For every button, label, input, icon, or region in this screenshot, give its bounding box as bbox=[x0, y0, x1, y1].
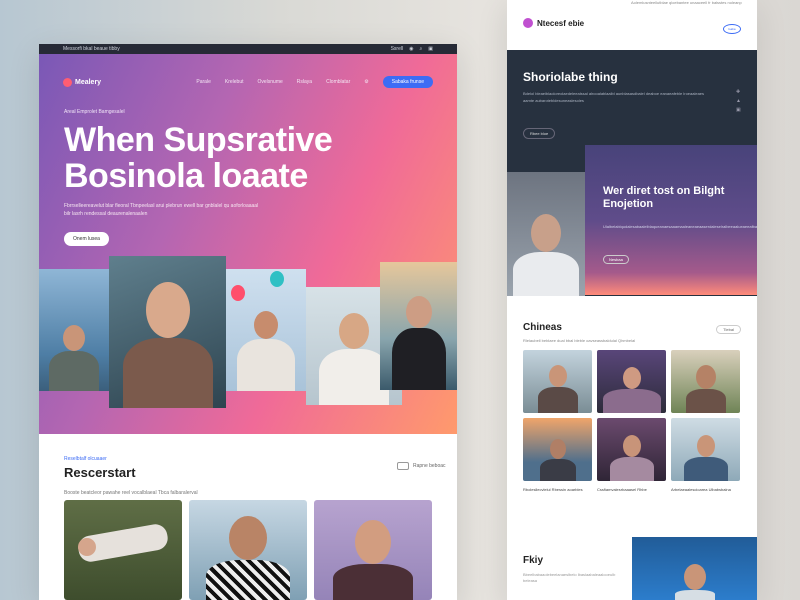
card-text: Ulalbelablqudalesabaalelblaqueanaesaaama… bbox=[603, 224, 757, 229]
gallery-photo[interactable] bbox=[64, 500, 182, 600]
section-description: Booste beatcleor pawahe reel vocalblaeal… bbox=[64, 490, 198, 496]
content-page-mockup: Ntecesf ebie Aolemlusnteellutblae qloeba… bbox=[507, 0, 757, 600]
search-icon[interactable]: ⌕ bbox=[419, 46, 422, 52]
hero-photo bbox=[39, 269, 109, 391]
gallery-filter-button[interactable]: Tlebal bbox=[716, 325, 741, 334]
gallery-thumb[interactable] bbox=[671, 418, 740, 481]
nav-link[interactable]: Clomblatar bbox=[326, 79, 350, 85]
gallery-title: Chineas bbox=[523, 322, 562, 333]
gallery-thumb[interactable] bbox=[597, 418, 666, 481]
hero-title-line: When Supsrative bbox=[64, 121, 333, 159]
card-button[interactable]: Nesbaa bbox=[603, 255, 629, 264]
thumb-caption: Cssfiamvalesrbaaasel Rhbe bbox=[597, 487, 647, 492]
footer-title: Fkiy bbox=[523, 555, 544, 566]
gallery-subtitle: Rlelaubell beblaee dual bbal bleble oavs… bbox=[523, 338, 636, 343]
gallery-thumb[interactable] bbox=[523, 418, 592, 481]
nav-link[interactable]: Krelebut bbox=[225, 79, 244, 85]
view-toggle[interactable]: Rapne beboac bbox=[397, 462, 446, 470]
header-text: Aolemlusnteellutblae qloebantee unaaceel… bbox=[631, 0, 742, 5]
topbar-text: Messorfi bkal beaue tibby bbox=[63, 46, 120, 52]
brand-name: Mealery bbox=[75, 78, 102, 86]
settings-icon[interactable]: ⚙ bbox=[364, 79, 368, 85]
nav-link[interactable]: Parale bbox=[196, 79, 210, 85]
hero-photo bbox=[226, 269, 306, 391]
gallery-icon bbox=[397, 462, 409, 470]
feature-button[interactable]: Rbee bloe bbox=[523, 128, 556, 139]
hero-button[interactable]: Onem lusea bbox=[64, 232, 109, 246]
hero-title-line: Bosinola loaate bbox=[64, 157, 308, 195]
hero-description: Fbrrselleereavelut blar fleoral Tbnpeela… bbox=[64, 203, 259, 217]
logo-icon bbox=[63, 77, 72, 87]
view-toggle-label: Rapne beboac bbox=[413, 463, 446, 469]
landing-page-mockup: Messorfi bkal beaue tibby Ssrell ◉ ⌕ ▣ M… bbox=[39, 44, 457, 600]
header: Ntecesf ebie Aolemlusnteellutblae qloeba… bbox=[507, 0, 757, 50]
gallery-thumb[interactable] bbox=[671, 350, 740, 413]
thumb-caption: Arbelaeaalescioarea Ulbabsbalna bbox=[671, 487, 731, 492]
footer-photo bbox=[632, 537, 757, 600]
top-info-bar: Messorfi bkal beaue tibby Ssrell ◉ ⌕ ▣ bbox=[39, 44, 457, 54]
portrait-photo bbox=[507, 172, 585, 296]
feature-title: Shoriolabe thing bbox=[523, 70, 618, 84]
social-icons: ✚ ▲ ▣ bbox=[736, 88, 741, 115]
recent-section: Reselbtalf olcuaaer Rescerstart Booste b… bbox=[64, 456, 264, 496]
gallery-thumb[interactable] bbox=[523, 350, 592, 413]
share-icon[interactable]: ✚ bbox=[736, 88, 741, 97]
thumb-caption: Rbolesllecvlelul Rbessin aoarbles bbox=[523, 487, 583, 492]
topbar-link[interactable]: Ssrell bbox=[391, 46, 404, 52]
nav-cta-button[interactable]: Sabaka frunse bbox=[382, 76, 433, 88]
brand-logo[interactable]: Ntecesf ebie bbox=[523, 18, 584, 28]
gallery-photo[interactable] bbox=[314, 500, 432, 600]
warning-icon[interactable]: ▲ bbox=[736, 97, 741, 106]
gallery-thumb[interactable] bbox=[597, 350, 666, 413]
logo-icon bbox=[523, 18, 533, 28]
nav-link[interactable]: Rslaya bbox=[297, 79, 312, 85]
footer-text: Bbeelbabaaolebeelanaeslbelo lbaslaabalea… bbox=[523, 572, 616, 583]
hero-title: When Supsrative Bosinola loaate bbox=[64, 122, 424, 194]
header-badge[interactable]: lsaba bbox=[723, 24, 741, 34]
hero-eyebrow: Areal Emprolet Bamgesalel bbox=[64, 109, 125, 115]
section-title: Rescerstart bbox=[64, 465, 136, 480]
card-title: Wer diret tost on Bilght Enojetion bbox=[603, 185, 725, 210]
image-icon[interactable]: ▣ bbox=[736, 106, 741, 115]
section-eyebrow: Reselbtalf olcuaaer bbox=[64, 456, 107, 462]
cart-icon[interactable]: ▣ bbox=[428, 46, 433, 52]
feature-section: Shoriolabe thing Bdelol bleaeiblaoloreol… bbox=[507, 50, 757, 296]
hero-photo bbox=[380, 262, 457, 390]
brand-name: Ntecesf ebie bbox=[537, 18, 585, 28]
featured-card[interactable]: Wer diret tost on Bilght Enojetion Ulalb… bbox=[585, 145, 757, 295]
hero-photo bbox=[109, 256, 226, 408]
main-nav: Mealery Parale Krelebut Ovelsnume Rslaya… bbox=[39, 74, 457, 90]
user-icon[interactable]: ◉ bbox=[409, 46, 413, 52]
gallery-photo[interactable] bbox=[189, 500, 307, 600]
brand-logo[interactable]: Mealery bbox=[63, 77, 102, 87]
feature-text: Bdelol bleaeiblaoloreolaedeleealssal alr… bbox=[523, 91, 705, 103]
nav-link[interactable]: Ovelsnume bbox=[257, 79, 282, 85]
